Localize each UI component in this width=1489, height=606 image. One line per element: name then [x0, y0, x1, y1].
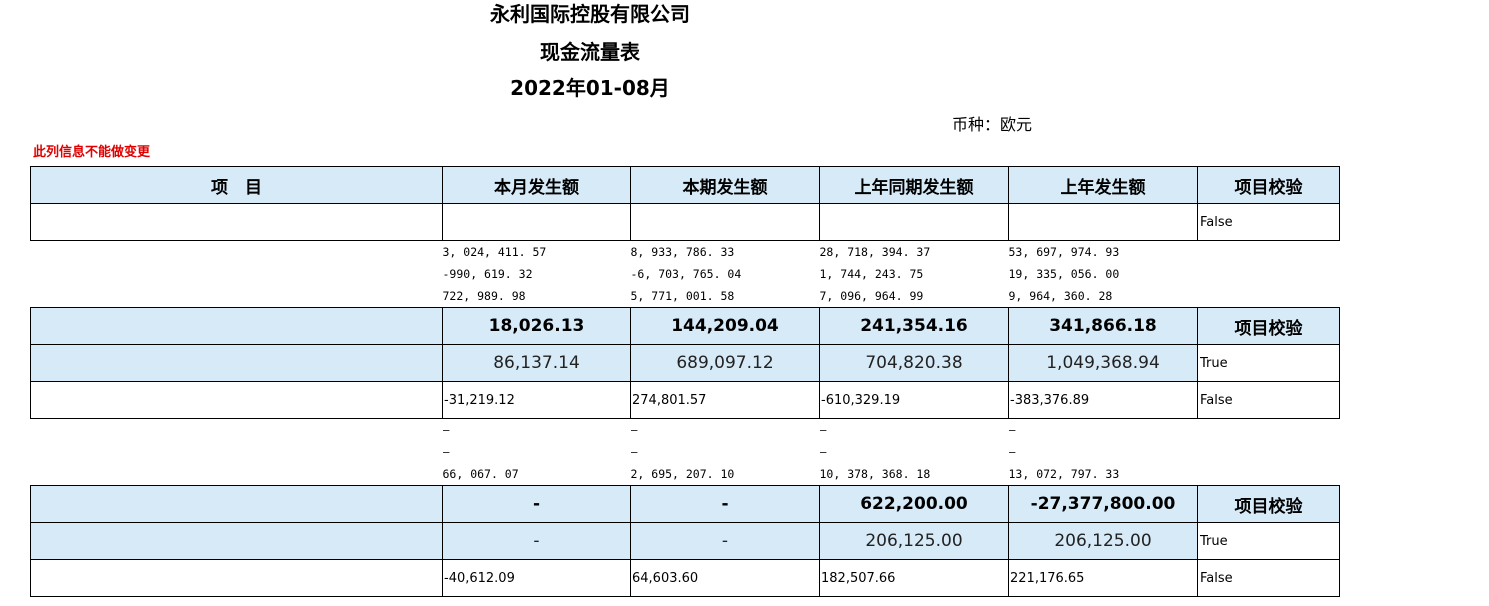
detail-value: – [819, 445, 827, 459]
last-year-period-cell[interactable]: 622,200.00 [819, 485, 1009, 523]
last-year-period-cell[interactable]: 182,507.66 [819, 559, 1009, 597]
month-cell[interactable]: 18,026.13 [442, 307, 631, 345]
detail-value: 66, 067. 07 [442, 467, 519, 481]
period-cell[interactable]: 274,801.57 [630, 381, 820, 419]
detail-value: 8, 933, 786. 33 [630, 245, 735, 259]
last-year-cell[interactable]: 341,866.18 [1008, 307, 1198, 345]
detail-value: – [819, 423, 827, 437]
last-year-period-cell[interactable]: -610,329.19 [819, 381, 1009, 419]
table-row: - - 622,200.00 -27,377,800.00 项目校验 [30, 485, 1340, 523]
detail-value: 28, 718, 394. 37 [819, 245, 931, 259]
item-cell [31, 419, 443, 442]
last-year-cell[interactable] [1008, 203, 1198, 241]
check-cell: False [1197, 559, 1340, 597]
table-row: -40,612.09 64,603.60 182,507.66 221,176.… [30, 559, 1340, 597]
detail-value: 5, 771, 001. 58 [630, 289, 735, 303]
detail-value: – [1008, 423, 1016, 437]
item-cell[interactable] [30, 344, 443, 382]
month-cell[interactable] [442, 203, 631, 241]
col-header-last-year: 上年发生额 [1008, 166, 1198, 204]
last-year-period-cell[interactable]: 704,820.38 [819, 344, 1009, 382]
detail-value: 2, 695, 207. 10 [630, 467, 735, 481]
month-cell[interactable]: - [442, 485, 631, 523]
check-cell: True [1197, 522, 1340, 560]
item-cell[interactable] [30, 559, 443, 597]
table-row: 18,026.13 144,209.04 241,354.16 341,866.… [30, 307, 1340, 345]
detail-value: 13, 072, 797. 33 [1008, 467, 1120, 481]
detail-row: 3, 024, 411. 57 8, 933, 786. 33 28, 718,… [31, 241, 1340, 264]
detail-value: – [630, 423, 638, 437]
period-cell[interactable]: 144,209.04 [630, 307, 820, 345]
item-cell [31, 463, 443, 486]
last-year-cell[interactable]: -383,376.89 [1008, 381, 1198, 419]
last-year-period-cell[interactable] [819, 203, 1009, 241]
check-cell: 项目校验 [1197, 307, 1340, 345]
detail-value: -990, 619. 32 [442, 267, 533, 281]
cash-flow-table: 项 目 本月发生额 本期发生额 上年同期发生额 上年发生额 项目校验 False… [30, 166, 1340, 597]
col-header-check: 项目校验 [1197, 166, 1340, 204]
detail-value: 9, 964, 360. 28 [1008, 289, 1113, 303]
detail-row: 722, 989. 98 5, 771, 001. 58 7, 096, 964… [31, 285, 1340, 308]
last-year-period-cell[interactable]: 206,125.00 [819, 522, 1009, 560]
table-header-row: 项 目 本月发生额 本期发生额 上年同期发生额 上年发生额 项目校验 [30, 166, 1340, 204]
col-header-month: 本月发生额 [442, 166, 631, 204]
period-cell[interactable]: 689,097.12 [630, 344, 820, 382]
detail-value: 10, 378, 368. 18 [819, 467, 931, 481]
detail-row: -990, 619. 32 -6, 703, 765. 04 1, 744, 2… [31, 263, 1340, 285]
check-cell: 项目校验 [1197, 485, 1340, 523]
month-cell[interactable]: - [442, 522, 631, 560]
detail-value: 53, 697, 974. 93 [1008, 245, 1120, 259]
table-row: - - 206,125.00 206,125.00 True [30, 522, 1340, 560]
table-row: False [30, 203, 1340, 241]
detail-value: 722, 989. 98 [442, 289, 526, 303]
last-year-period-cell[interactable]: 241,354.16 [819, 307, 1009, 345]
item-cell[interactable] [30, 203, 443, 241]
last-year-cell[interactable]: 206,125.00 [1008, 522, 1198, 560]
item-cell[interactable] [30, 485, 443, 523]
detail-value: 19, 335, 056. 00 [1008, 267, 1120, 281]
detail-value: – [442, 423, 450, 437]
report-period: 2022年01-08月 [510, 76, 670, 100]
item-cell [31, 285, 443, 308]
detail-value: – [1008, 445, 1016, 459]
col-header-last-year-period: 上年同期发生额 [819, 166, 1009, 204]
detail-value: 3, 024, 411. 57 [442, 245, 547, 259]
period-cell[interactable]: - [630, 485, 820, 523]
item-cell[interactable] [30, 522, 443, 560]
check-cell: False [1197, 203, 1340, 241]
detail-value: 1, 744, 243. 75 [819, 267, 924, 281]
report-title: 现金流量表 [540, 40, 640, 64]
detail-row: – – – – [31, 419, 1340, 442]
last-year-cell[interactable]: -27,377,800.00 [1008, 485, 1198, 523]
month-cell[interactable]: 86,137.14 [442, 344, 631, 382]
detail-value: – [442, 445, 450, 459]
column-warning: 此列信息不能做变更 [33, 145, 151, 160]
col-header-item: 项 目 [30, 166, 443, 204]
detail-value: – [630, 445, 638, 459]
last-year-cell[interactable]: 1,049,368.94 [1008, 344, 1198, 382]
item-cell [31, 441, 443, 463]
company-name: 永利国际控股有限公司 [490, 2, 690, 26]
col-header-period: 本期发生额 [630, 166, 820, 204]
detail-row: – – – – [31, 441, 1340, 463]
detail-row: 66, 067. 07 2, 695, 207. 10 10, 378, 368… [31, 463, 1340, 486]
check-cell: True [1197, 344, 1340, 382]
month-cell[interactable]: -31,219.12 [442, 381, 631, 419]
period-cell[interactable] [630, 203, 820, 241]
period-cell[interactable]: 64,603.60 [630, 559, 820, 597]
detail-value: 7, 096, 964. 99 [819, 289, 924, 303]
item-cell [31, 241, 443, 264]
detail-value: -6, 703, 765. 04 [630, 267, 742, 281]
item-cell[interactable] [30, 381, 443, 419]
month-cell[interactable]: -40,612.09 [442, 559, 631, 597]
currency-label: 币种：欧元 [952, 115, 1033, 134]
table-row: -31,219.12 274,801.57 -610,329.19 -383,3… [30, 381, 1340, 419]
last-year-cell[interactable]: 221,176.65 [1008, 559, 1198, 597]
period-cell[interactable]: - [630, 522, 820, 560]
check-cell: False [1197, 381, 1340, 419]
item-cell [31, 263, 443, 285]
table-row: 86,137.14 689,097.12 704,820.38 1,049,36… [30, 344, 1340, 382]
item-cell[interactable] [30, 307, 443, 345]
